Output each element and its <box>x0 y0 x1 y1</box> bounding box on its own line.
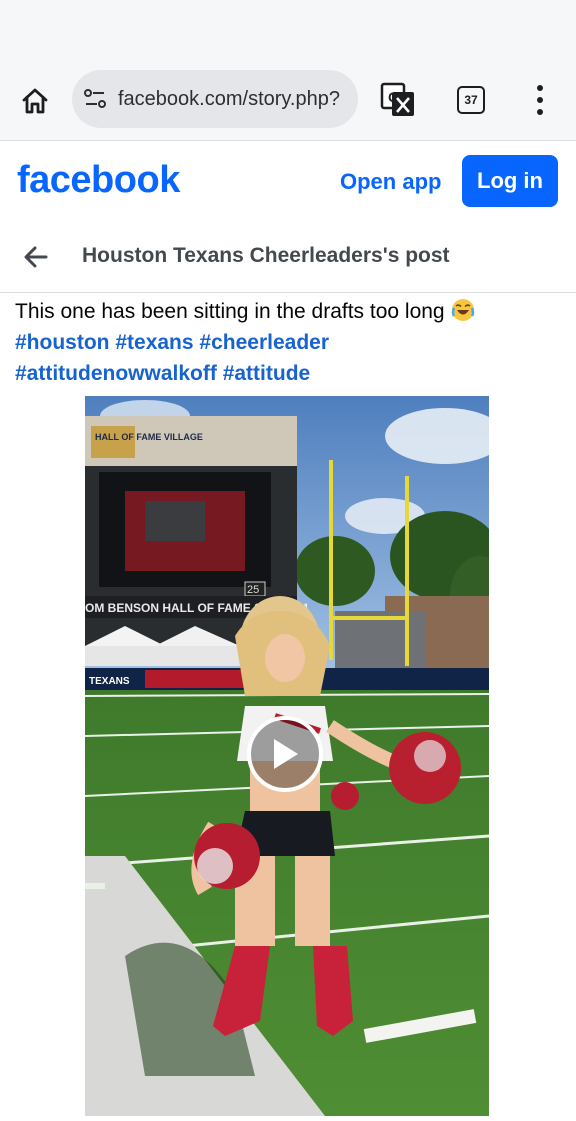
post-text: This one has been sitting in the drafts … <box>15 300 445 323</box>
hashtag-link[interactable]: #houston <box>15 331 110 354</box>
browser-toolbar: facebook.com/story.php? G 37 <box>0 62 576 141</box>
status-bar <box>0 0 576 62</box>
translate-icon[interactable]: G <box>380 82 416 118</box>
url-text: facebook.com/story.php? <box>118 87 340 110</box>
site-header: facebook Open app Log in <box>0 141 576 225</box>
post-navigation-bar: Houston Texans Cheerleaders's post <box>0 225 576 293</box>
banner-text: TEXANS <box>89 676 130 687</box>
back-arrow-icon[interactable] <box>22 243 50 271</box>
play-button[interactable] <box>247 716 323 792</box>
laughing-emoji-icon <box>451 299 474 321</box>
hashtag-link[interactable]: #texans <box>115 331 193 354</box>
scoreboard-number: 25 <box>247 584 259 596</box>
home-icon[interactable] <box>18 84 52 118</box>
hashtag-link[interactable]: #cheerleader <box>199 331 329 354</box>
video-player[interactable]: HALL OF FAME VILLAGE 25 OM BENSON HALL O… <box>85 396 489 1116</box>
facebook-logo[interactable]: facebook <box>17 159 180 202</box>
more-options-icon[interactable] <box>530 82 550 118</box>
address-bar[interactable]: facebook.com/story.php? <box>72 70 358 128</box>
svg-text:G: G <box>388 89 399 105</box>
tab-count: 37 <box>464 93 478 107</box>
hashtag-link[interactable]: #attitudenowwalkoff <box>15 362 217 385</box>
play-icon <box>274 739 298 769</box>
post-message: This one has been sitting in the drafts … <box>15 296 565 389</box>
venue-logo: HALL OF FAME VILLAGE <box>95 432 203 442</box>
open-app-link[interactable]: Open app <box>340 169 441 195</box>
page-title: Houston Texans Cheerleaders's post <box>82 244 450 267</box>
hashtag-link[interactable]: #attitude <box>223 362 311 385</box>
tab-switcher-button[interactable]: 37 <box>457 86 485 114</box>
site-settings-icon[interactable] <box>82 86 108 112</box>
login-button[interactable]: Log in <box>462 155 558 207</box>
